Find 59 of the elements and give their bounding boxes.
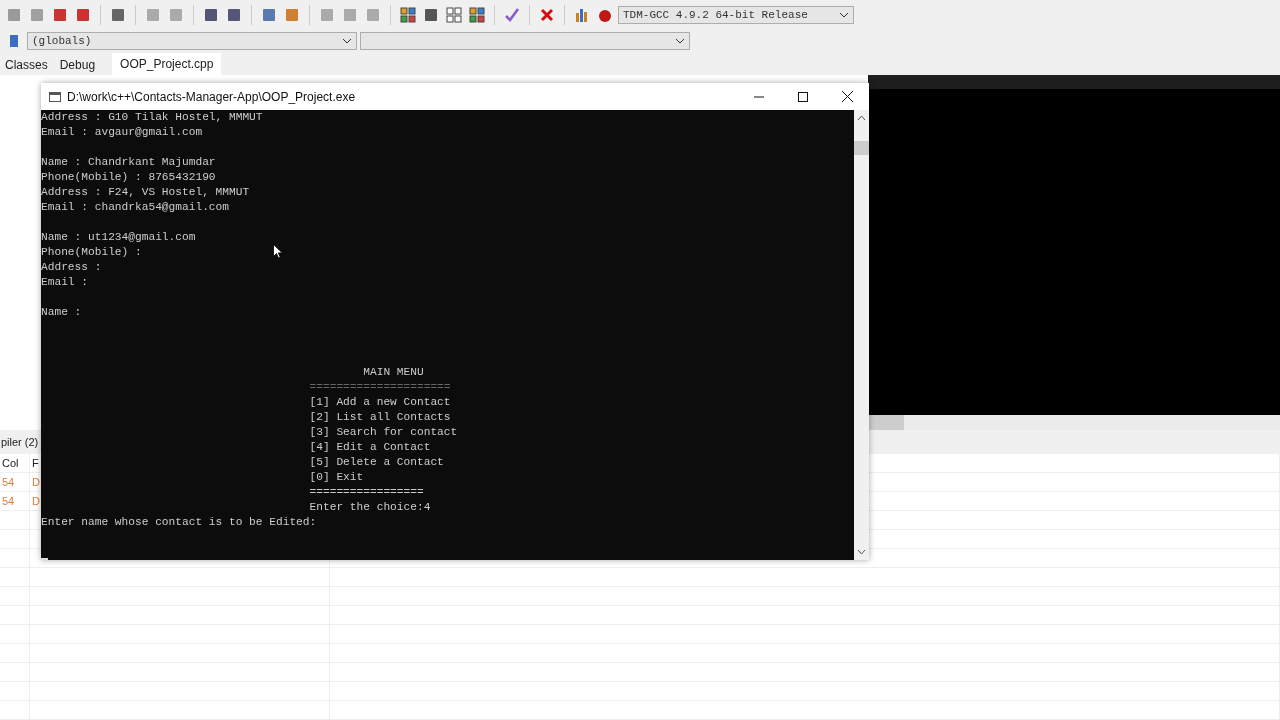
menu-option: [4] Edit a Contact (309, 440, 431, 455)
mouse-pointer-icon (273, 244, 283, 259)
console-line: Email : avgaur@gmail.com (41, 125, 203, 140)
checkmark-icon[interactable] (504, 7, 520, 24)
scroll-up-icon[interactable] (857, 115, 866, 121)
class-icon[interactable] (9, 34, 19, 49)
table-cell: 54 (0, 492, 30, 510)
toolbar-icon[interactable] (261, 7, 277, 24)
close-icon (841, 91, 853, 102)
menu-option: [2] List all Contacts (309, 410, 451, 425)
console-line: Phone(Mobile) : 8765432190 (41, 170, 216, 185)
column-header: Col (0, 454, 30, 472)
console-line: Address : F24, VS Hostel, MMMUT (41, 185, 250, 200)
menu-rule: ================= (309, 485, 424, 500)
console-line: Address : G10 Tilak Hostel, MMMUT (41, 110, 263, 125)
window-title: D:\work\c++\Contacts-Manager-App\OOP_Project.exe (67, 89, 357, 104)
text-cursor (41, 558, 48, 560)
console-line: Enter the choice:4 (309, 500, 431, 515)
toolbar-icon[interactable] (75, 7, 91, 24)
console-line: Enter name whose contact is to be Edited: (41, 515, 318, 530)
toolbar-icon[interactable] (284, 7, 300, 24)
scroll-down-icon[interactable] (857, 549, 866, 555)
bar-chart-icon[interactable] (574, 7, 590, 24)
editor-tab[interactable]: OOP_Project.cpp (112, 53, 222, 75)
console-line: Email : chandrka54@gmail.com (41, 200, 229, 215)
toolbar-icon[interactable] (423, 7, 439, 24)
toolbar-icon[interactable] (203, 7, 219, 24)
console-icon (49, 91, 61, 102)
close-icon[interactable] (540, 8, 554, 23)
console-line: Address : (41, 260, 102, 275)
compiler-tab[interactable]: piler (2) (1, 436, 39, 448)
console-line: Email : (41, 275, 88, 290)
grid-icon[interactable] (469, 7, 485, 24)
menu-option: [0] Exit (309, 470, 364, 485)
console-line: Name : (41, 305, 82, 320)
maximize-icon (798, 91, 808, 102)
toolbar-icon[interactable] (52, 7, 68, 24)
console-line: Name : ut1234@gmail.com (41, 230, 196, 245)
grid-icon[interactable] (400, 7, 416, 24)
horizontal-scrollbar[interactable] (868, 415, 1280, 430)
grid-icon[interactable] (446, 7, 462, 24)
console-line: Name : Chandrkant Majumdar (41, 155, 216, 170)
caret-icon (675, 38, 685, 45)
scrollbar-thumb[interactable] (854, 141, 869, 155)
table-cell: 54 (0, 473, 30, 491)
scope-select[interactable]: (globals) (27, 32, 357, 51)
compiler-select[interactable]: TDM-GCC 4.9.2 64-bit Release (618, 6, 854, 25)
menu-option: [1] Add a new Contact (309, 395, 451, 410)
caret-icon (342, 38, 352, 45)
menu-title: MAIN MENU (363, 365, 424, 380)
vertical-scrollbar[interactable] (854, 110, 869, 560)
menu-option: [5] Delete a Contact (309, 455, 444, 470)
console-line: Phone(Mobile) : (41, 245, 142, 260)
toolbar-icon[interactable] (110, 7, 126, 24)
scrollbar-thumb[interactable] (868, 415, 904, 430)
toolbar-icon[interactable] (226, 7, 242, 24)
menu-option: [3] Search for contact (309, 425, 458, 440)
caret-icon (839, 12, 849, 19)
menu-rule: ===================== (309, 380, 451, 395)
